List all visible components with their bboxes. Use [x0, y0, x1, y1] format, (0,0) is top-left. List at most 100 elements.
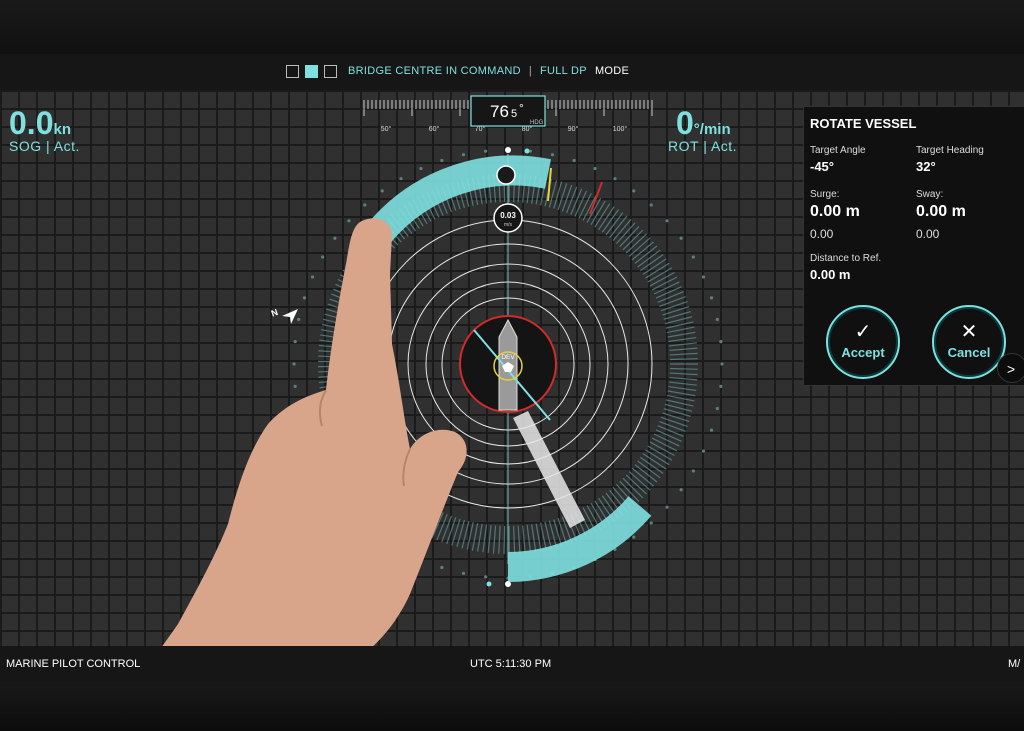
bottom-status-bar: MARINE PILOT CONTROL UTC 5:11:30 PM M/ [0, 646, 1024, 682]
target-angle-value: -45° [810, 159, 834, 174]
sway-value: 0.00 m [916, 203, 966, 220]
ring-tick [446, 517, 457, 545]
sway-sub-value: 0.00 [916, 227, 940, 241]
ring-dot [363, 203, 367, 207]
ring-dot [484, 575, 488, 579]
ring-dot [649, 521, 653, 525]
ring-tick [653, 433, 680, 447]
ring-dot [440, 565, 444, 570]
ring-tick [557, 517, 568, 545]
heading-hdg-label: HDG [530, 120, 544, 126]
monitor-bezel-bottom [0, 682, 1024, 731]
heading-value: 76 [490, 102, 509, 121]
target-heading-label: Target Heading [916, 145, 984, 156]
heading-tick-label: 50° [381, 125, 392, 133]
ring-dot [347, 219, 351, 223]
ring-tick [503, 525, 506, 554]
dp-screen: BRIDGE CENTRE IN COMMAND | FULL DP MODE … [0, 54, 1024, 682]
distance-label: Distance to Ref. [810, 253, 882, 264]
ring-dot [484, 149, 488, 153]
ring-dot [292, 362, 296, 366]
ring-tick [561, 184, 573, 212]
ring-dot [613, 177, 617, 181]
ring-dot [632, 189, 636, 193]
ring-tick [668, 381, 697, 386]
reference-dot-icon [486, 581, 492, 587]
ring-tick [574, 190, 588, 217]
ring-dot [719, 384, 723, 388]
ring-dot [632, 535, 636, 539]
surge-value: 0.00 m [810, 203, 860, 220]
ring-tick [513, 525, 516, 554]
ring-tick [668, 336, 697, 343]
ring-dot [461, 571, 466, 575]
ring-tick [522, 525, 526, 554]
utc-clock: UTC 5:11:30 PM [470, 658, 552, 670]
accept-button[interactable]: ✓ Accept [826, 305, 900, 379]
rotate-vessel-panel: ROTATE VESSEL Target Angle -45° Target H… [803, 106, 1024, 386]
cancel-button[interactable]: ✕ Cancel [932, 305, 1006, 379]
ring-dot [302, 296, 307, 300]
heading-tape[interactable]: 50° 60° 70° 80° 90° 100° 76 5 ° HDG [363, 95, 653, 133]
north-arrow-icon [282, 309, 298, 324]
ring-tick [566, 186, 578, 214]
surge-label: Surge: [810, 189, 840, 200]
deviation-label: DEV [501, 354, 515, 361]
heading-dot-icon [505, 581, 511, 587]
chevron-right-icon[interactable]: > [997, 353, 1024, 383]
surge-sub-value: 0.00 [810, 227, 834, 241]
north-label: N [270, 307, 280, 319]
ring-dot [691, 255, 695, 259]
ring-dot [679, 488, 683, 492]
ring-tick [668, 342, 697, 347]
ring-tick [659, 420, 686, 433]
ring-dot [691, 469, 695, 473]
ring-tick [657, 425, 684, 437]
ring-tick [666, 394, 695, 402]
ring-tick [655, 429, 682, 442]
heading-tick-label: 100° [613, 125, 628, 133]
ring-tick [668, 385, 697, 392]
speed-bubble-value: 0.03 [500, 211, 516, 220]
ring-tick [655, 286, 682, 299]
ring-tick [570, 188, 583, 215]
ring-dot [720, 362, 724, 366]
ring-dot [399, 177, 403, 181]
cancel-label: Cancel [947, 345, 991, 360]
ring-dot [701, 449, 706, 453]
heading-tick-label: 60° [429, 125, 440, 133]
ring-tick [669, 372, 698, 376]
ring-tick [498, 525, 501, 554]
heading-degree: ° [519, 101, 524, 115]
accept-label: Accept [841, 345, 885, 360]
ring-dot [550, 153, 555, 157]
ring-dot [719, 340, 723, 344]
ring-tick [666, 326, 695, 334]
ring-tick [657, 291, 684, 303]
monitor-bezel-top [0, 0, 1024, 54]
check-icon: ✓ [854, 321, 872, 343]
ring-tick [482, 524, 488, 553]
close-icon: ✕ [960, 321, 978, 343]
right-status-text: M/ [1008, 658, 1021, 670]
ring-tick [471, 523, 479, 551]
ring-tick [517, 525, 521, 554]
speed-bubble-unit: m/s [504, 222, 513, 228]
heading-decimal: 5 [511, 108, 517, 120]
ring-tick [669, 347, 698, 352]
ring-dot [665, 505, 669, 509]
ring-dot [701, 275, 706, 279]
ring-tick [477, 523, 483, 552]
drag-pointer-icon[interactable] [513, 411, 585, 528]
top-handle-icon[interactable] [496, 165, 516, 185]
ring-dot [649, 203, 653, 207]
target-heading-value: 32° [916, 159, 936, 174]
ring-tick [582, 195, 597, 221]
control-mode-text: MARINE PILOT CONTROL [6, 658, 141, 670]
ring-tick [660, 416, 688, 428]
distance-value: 0.00 m [810, 267, 851, 282]
ring-dot [293, 384, 297, 388]
ring-tick [653, 281, 680, 295]
ring-dot [709, 428, 714, 432]
ring-dot [665, 219, 669, 223]
